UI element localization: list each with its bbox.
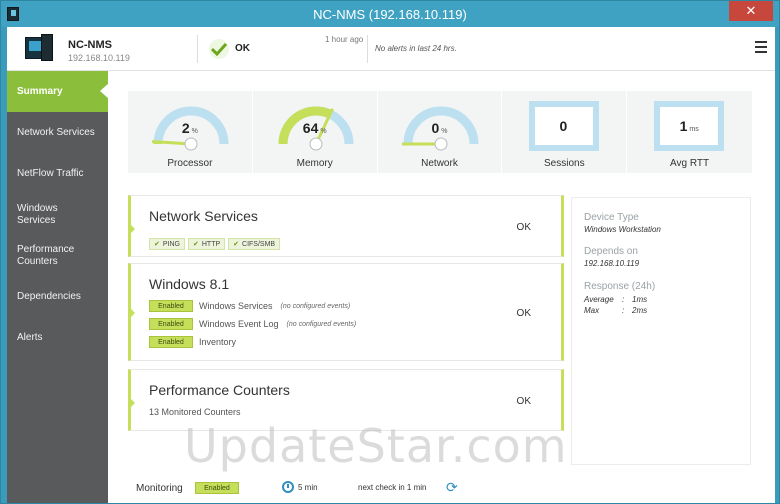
alerts-summary: No alerts in last 24 hrs. [375, 44, 457, 53]
sidebar-item-label: Alerts [17, 331, 43, 343]
service-tags: ✔ PING ✔ HTTP ✔ CIFS/SMB [149, 233, 283, 251]
monitoring-label: Monitoring [136, 483, 183, 494]
workstation-icon [25, 34, 55, 62]
sidebar-item-dependencies[interactable]: Dependencies [7, 276, 108, 317]
processor-gauge: 2% Processor [128, 91, 253, 173]
checkmark-icon [209, 39, 229, 59]
card-title: Network Services [149, 208, 258, 224]
sidebar-item-label: NetFlow Traffic [17, 167, 84, 179]
device-ip: 192.168.10.119 [68, 53, 130, 63]
device-type-value: Windows Workstation [584, 225, 661, 234]
sidebar-item-label: Summary [17, 85, 63, 97]
sidebar-item-network-services[interactable]: Network Services [7, 112, 108, 153]
checkmark-icon: ✔ [193, 241, 199, 248]
service-tag: ✔ PING [149, 238, 185, 250]
card-status: OK [516, 308, 531, 319]
next-check-text: next check in 1 min [358, 483, 427, 492]
memory-gauge: 64% Memory [252, 91, 378, 173]
checkmark-icon: ✔ [154, 241, 160, 248]
sidebar-item-performance-counters[interactable]: Performance Counters [7, 235, 108, 276]
refresh-icon[interactable]: ⟳ [446, 479, 458, 496]
hamburger-menu-icon[interactable] [755, 41, 767, 55]
service-tag: ✔ HTTP [188, 238, 226, 250]
app-window: NC-NMS (192.168.10.119) ✕ NC-NMS 192.168… [0, 0, 780, 504]
gauge-label: Sessions [544, 158, 585, 169]
gauge-value: 64% [302, 120, 327, 136]
windows-service-row: Enabled Windows Services (no configured … [149, 300, 350, 312]
response-max: Max:2ms [584, 306, 648, 315]
close-button[interactable]: ✕ [729, 1, 773, 21]
service-note: (no configured events) [286, 320, 357, 328]
gauge-label: Network [421, 158, 458, 169]
checkmark-icon: ✔ [233, 241, 240, 248]
header-divider [197, 35, 198, 63]
check-interval[interactable]: 5 min [298, 483, 318, 492]
service-tag: ✔ CIFS/SMB [228, 238, 281, 250]
card-status: OK [516, 396, 531, 407]
status-text: OK [235, 43, 250, 54]
clock-icon [282, 481, 294, 493]
sidebar-item-label: Network Services [17, 126, 95, 138]
network-services-card[interactable]: Network Services ✔ PING ✔ HTTP ✔ CIFS/SMB OK [128, 195, 564, 257]
sidebar-item-netflow-traffic[interactable]: NetFlow Traffic [7, 153, 108, 194]
service-name: Windows Event Log [199, 319, 279, 329]
sessions-gauge: 0 Sessions [502, 91, 628, 173]
window-title: NC-NMS (192.168.10.119) [313, 7, 467, 22]
gauge-label: Processor [167, 158, 213, 169]
sidebar-item-label: Windows Services [17, 202, 58, 226]
enabled-badge: Enabled [149, 336, 193, 348]
gauge-value: 0% [431, 120, 448, 136]
device-name: NC-NMS [68, 39, 112, 51]
network-gauge: 0% Network [377, 91, 503, 173]
gauge-label: Avg RTT [670, 158, 710, 169]
depends-on-value[interactable]: 192.168.10.119 [584, 259, 639, 268]
card-subtitle: 13 Monitored Counters [149, 407, 241, 417]
last-check-time: 1 hour ago [325, 35, 364, 44]
response-average: Average:1ms [584, 295, 648, 304]
service-note: (no configured events) [280, 302, 351, 310]
gauge-row: 2% Processor 64% Memory 0 % Network 0 Se… [128, 91, 752, 173]
gauge-value: 1 ms [654, 101, 725, 151]
avg-rtt-gauge: 1 ms Avg RTT [627, 91, 752, 173]
card-title: Performance Counters [149, 382, 290, 398]
windows-service-row: Enabled Windows Event Log (no configured… [149, 318, 356, 330]
sidebar-nav: Summary Network Services NetFlow Traffic… [7, 71, 109, 503]
response-label: Response (24h) [584, 281, 656, 292]
service-name: Windows Services [199, 301, 273, 311]
windows-card[interactable]: Windows 8.1 Enabled Windows Services (no… [128, 263, 564, 361]
card-title: Windows 8.1 [149, 276, 230, 292]
enabled-badge: Enabled [149, 300, 193, 312]
gauge-value: 0 [529, 101, 600, 151]
depends-on-label: Depends on [584, 246, 638, 257]
monitoring-footer: Monitoring Enabled 5 min next check in 1… [108, 473, 775, 503]
watermark-text: UpdateStar.com [184, 419, 568, 473]
sidebar-item-alerts[interactable]: Alerts [7, 317, 108, 358]
sidebar-item-label: Performance Counters [17, 243, 75, 267]
sidebar-item-summary[interactable]: Summary [7, 71, 109, 112]
device-type-label: Device Type [584, 212, 639, 223]
sidebar-item-label: Dependencies [17, 290, 81, 302]
gauge-value: 2% [181, 120, 198, 136]
device-header: NC-NMS 192.168.10.119 OK 1 hour ago No a… [7, 27, 775, 71]
sidebar-item-windows-services[interactable]: Windows Services [7, 194, 108, 235]
device-details-panel: Device Type Windows Workstation Depends … [571, 197, 751, 465]
enabled-badge: Enabled [149, 318, 193, 330]
windows-service-row: Enabled Inventory [149, 336, 244, 348]
header-divider [367, 35, 368, 63]
card-status: OK [516, 222, 531, 233]
gauge-label: Memory [296, 158, 333, 169]
title-bar[interactable]: NC-NMS (192.168.10.119) ✕ [1, 1, 779, 27]
service-name: Inventory [199, 337, 237, 347]
monitoring-enabled-toggle[interactable]: Enabled [195, 482, 239, 494]
